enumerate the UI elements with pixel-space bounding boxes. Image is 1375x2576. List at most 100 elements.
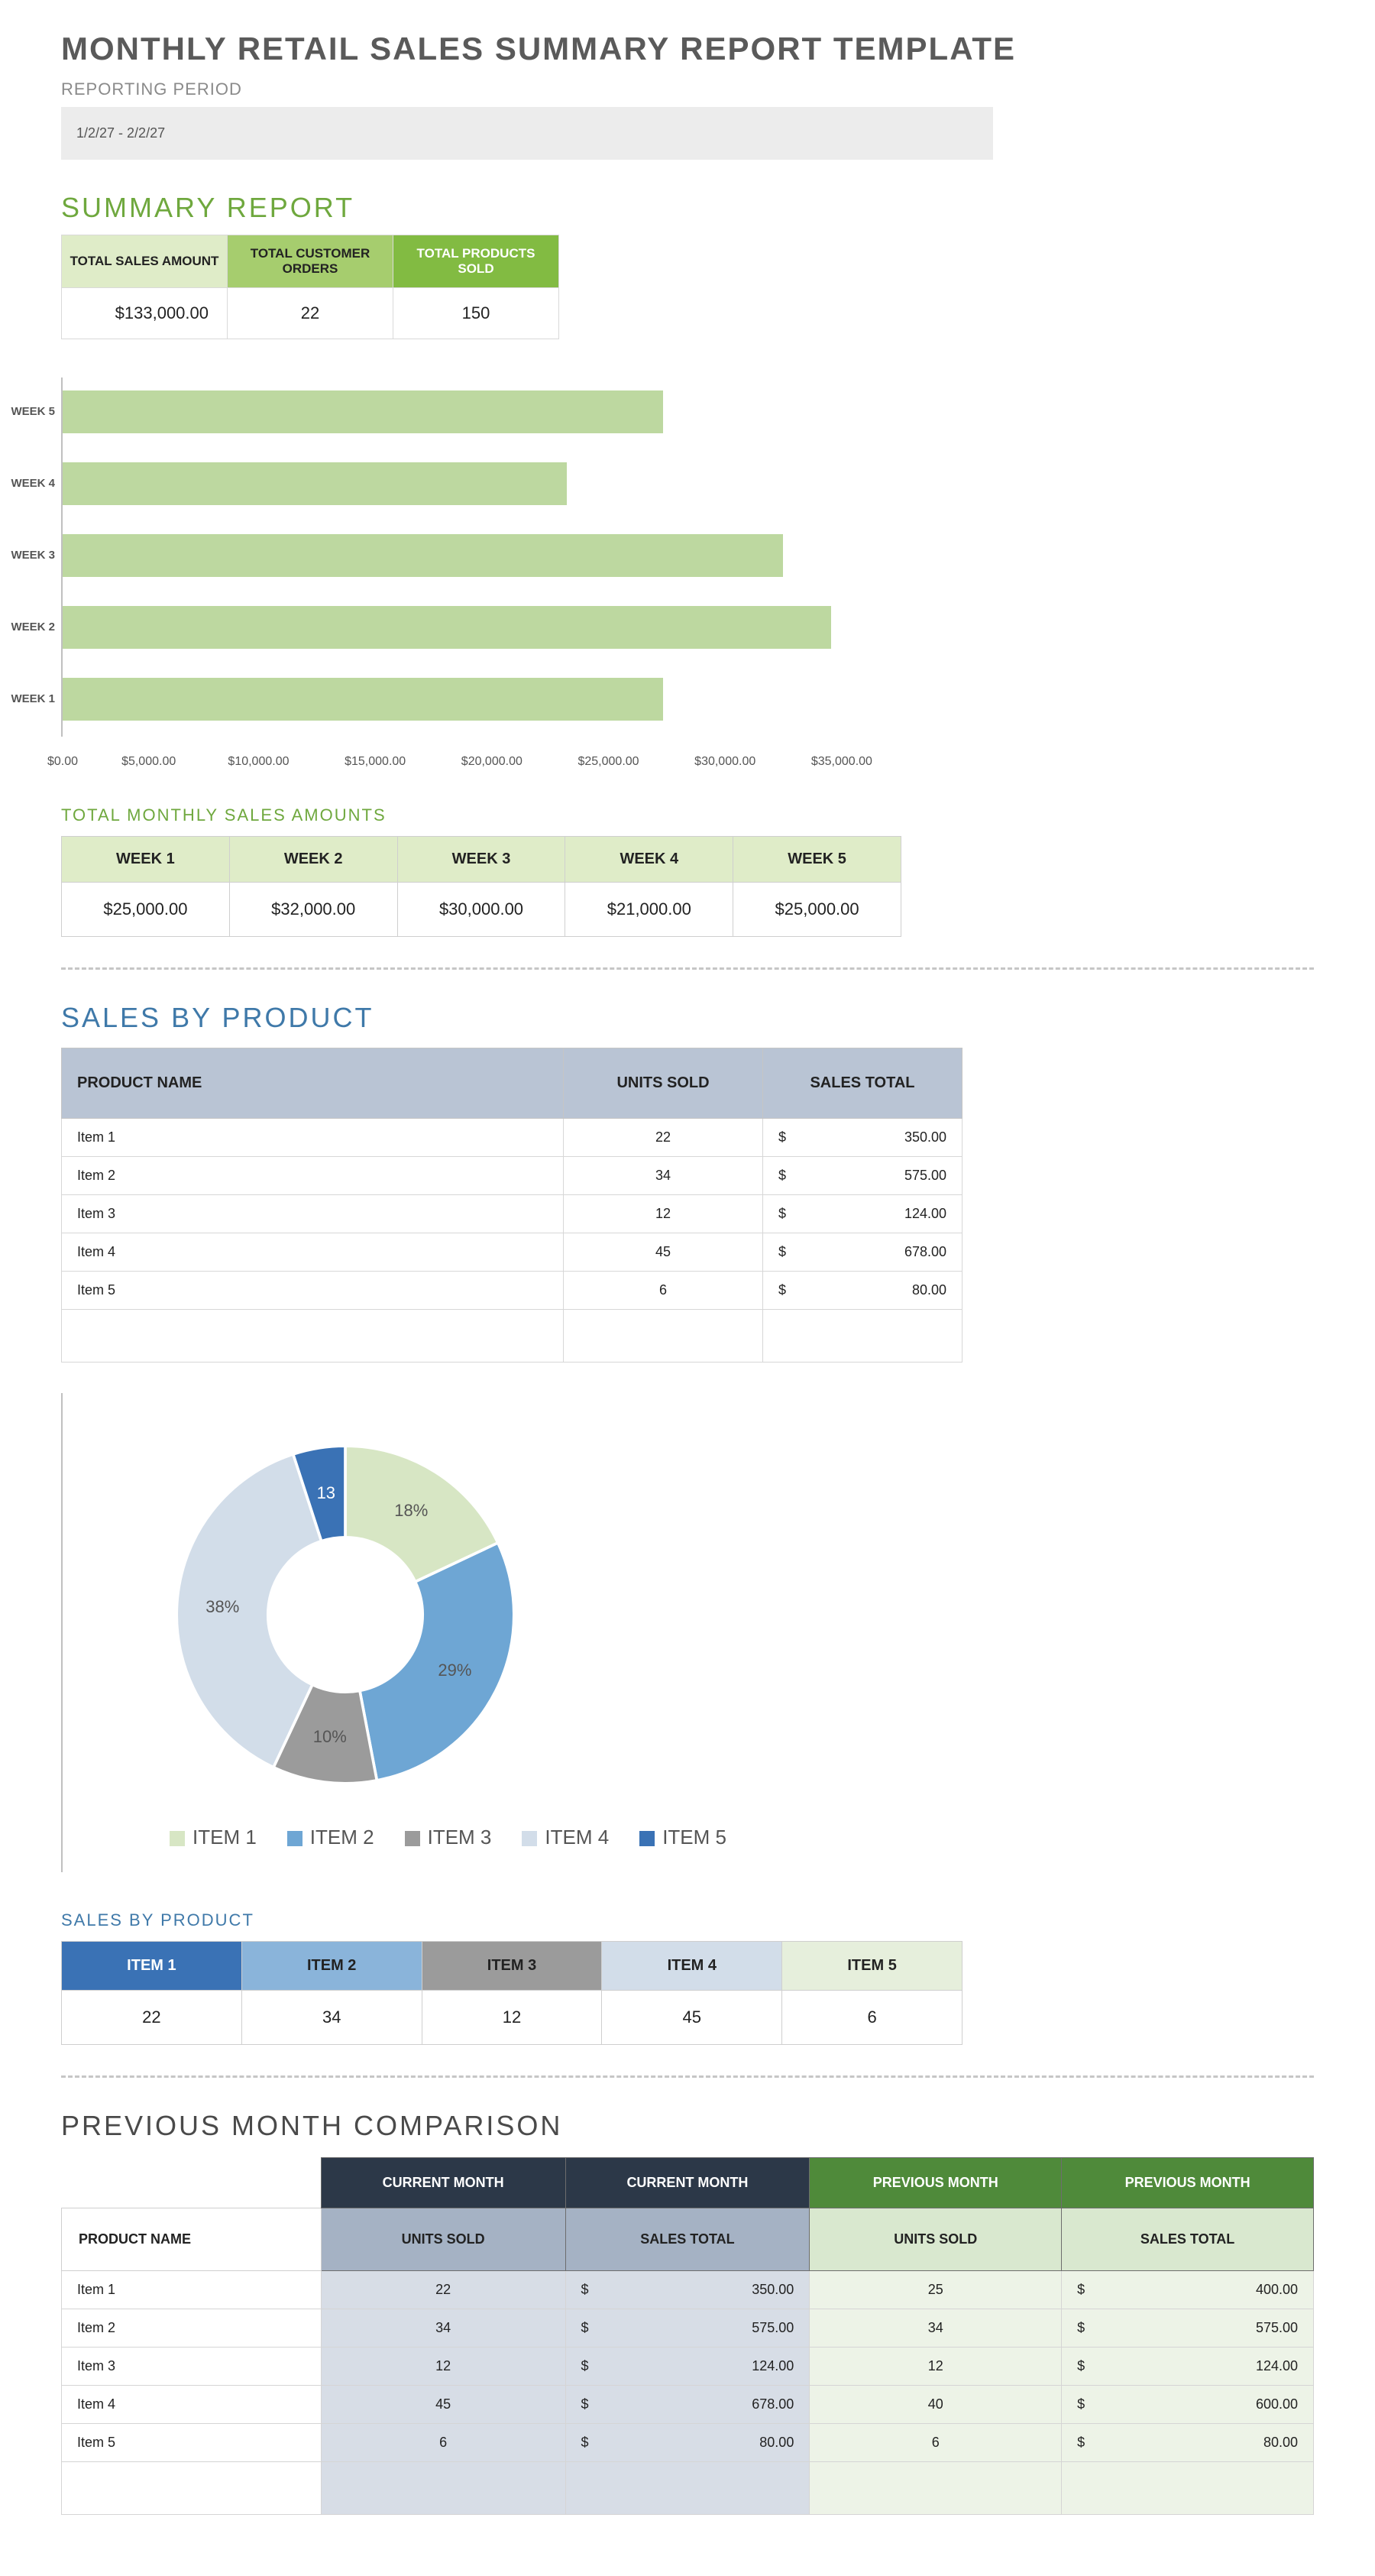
table-row: Item 122$350.00	[62, 1119, 962, 1157]
bar	[63, 606, 831, 649]
sbp-header: ITEM 5	[782, 1942, 962, 1991]
cmp-current-total: $575.00	[565, 2309, 810, 2348]
slice-label: 18%	[394, 1501, 428, 1521]
slice-label: 13	[317, 1483, 335, 1503]
table-row: Item 234$575.0034$575.00	[62, 2309, 1314, 2348]
cmp-prev-total: $400.00	[1062, 2271, 1314, 2309]
legend-item: ITEM 5	[639, 1826, 726, 1849]
table-row: Item 122$350.0025$400.00	[62, 2271, 1314, 2309]
slice-label: 29%	[438, 1661, 471, 1680]
axis-tick: $35,000.00	[811, 755, 872, 769]
cmp-prev-total: $124.00	[1062, 2348, 1314, 2386]
summary-value: $133,000.00	[62, 288, 228, 339]
cmp-prev-units: 34	[810, 2309, 1062, 2348]
product-total: $80.00	[763, 1272, 962, 1310]
summary-header: TOTAL CUSTOMER ORDERS	[228, 235, 393, 288]
weekly-sales-bar-chart: $0.00$5,000.00$10,000.00$15,000.00$20,00…	[61, 377, 903, 737]
sbp-value: 12	[422, 1991, 602, 2045]
products-col-header: PRODUCT NAME	[62, 1048, 564, 1119]
cmp-current-units: 6	[321, 2424, 565, 2462]
product-name: Item 3	[62, 1195, 564, 1233]
table-row: Item 445$678.0040$600.00	[62, 2386, 1314, 2424]
weekly-header: WEEK 3	[397, 837, 565, 883]
sbp-header: ITEM 3	[422, 1942, 602, 1991]
cmp-prev-units: 6	[810, 2424, 1062, 2462]
sbp-value: 6	[782, 1991, 962, 2045]
slice-label: 10%	[313, 1727, 347, 1747]
weekly-header: WEEK 5	[733, 837, 901, 883]
summary-heading: SUMMARY REPORT	[61, 192, 1314, 224]
weekly-header: WEEK 4	[565, 837, 733, 883]
cmp-name: Item 5	[62, 2424, 322, 2462]
cmp-current-units: 22	[321, 2271, 565, 2309]
sbp-value: 34	[241, 1991, 422, 2045]
reporting-period-value: 1/2/27 - 2/2/27	[61, 107, 993, 160]
products-heading: SALES BY PRODUCT	[61, 1002, 1314, 1034]
sbp-header: ITEM 2	[241, 1942, 422, 1991]
product-name: Item 4	[62, 1233, 564, 1272]
axis-tick: $15,000.00	[345, 755, 406, 769]
comparison-sub-header: SALES TOTAL	[565, 2208, 810, 2271]
comparison-sub-header: UNITS SOLD	[321, 2208, 565, 2271]
summary-value: 22	[228, 288, 393, 339]
weekly-value: $25,000.00	[62, 883, 230, 937]
axis-tick: $0.00	[47, 755, 78, 769]
cmp-prev-total: $575.00	[1062, 2309, 1314, 2348]
sales-by-product-units-table: ITEM 1ITEM 2ITEM 3ITEM 4ITEM 5 223412456	[61, 1941, 962, 2045]
page-title: MONTHLY RETAIL SALES SUMMARY REPORT TEMP…	[61, 31, 1314, 67]
cmp-current-total: $80.00	[565, 2424, 810, 2462]
legend-item: ITEM 3	[405, 1826, 492, 1849]
sales-by-product-units-heading: SALES BY PRODUCT	[61, 1910, 1314, 1930]
product-units: 6	[564, 1272, 763, 1310]
comparison-sub-header: PRODUCT NAME	[62, 2208, 322, 2271]
axis-tick: $25,000.00	[578, 755, 639, 769]
bar	[63, 678, 663, 721]
legend-item: ITEM 2	[287, 1826, 374, 1849]
comparison-top-header: CURRENT MONTH	[321, 2158, 565, 2208]
legend-item: ITEM 1	[170, 1826, 257, 1849]
cmp-prev-total: $600.00	[1062, 2386, 1314, 2424]
sbp-value: 45	[602, 1991, 782, 2045]
comparison-top-header: PREVIOUS MONTH	[1062, 2158, 1314, 2208]
bar	[63, 390, 663, 433]
product-total: $678.00	[763, 1233, 962, 1272]
axis-tick: $30,000.00	[694, 755, 755, 769]
comparison-sub-header: UNITS SOLD	[810, 2208, 1062, 2271]
product-units: 45	[564, 1233, 763, 1272]
cmp-prev-units: 25	[810, 2271, 1062, 2309]
product-units: 34	[564, 1157, 763, 1195]
summary-value: 150	[393, 288, 559, 339]
table-row: Item 56$80.00	[62, 1272, 962, 1310]
products-col-header: SALES TOTAL	[763, 1048, 962, 1119]
cmp-current-units: 12	[321, 2348, 565, 2386]
legend-item: ITEM 4	[522, 1826, 609, 1849]
product-total: $124.00	[763, 1195, 962, 1233]
sbp-header: ITEM 4	[602, 1942, 782, 1991]
weekly-header: WEEK 1	[62, 837, 230, 883]
cmp-current-total: $124.00	[565, 2348, 810, 2386]
cmp-name: Item 2	[62, 2309, 322, 2348]
weekly-value: $25,000.00	[733, 883, 901, 937]
axis-tick: $10,000.00	[228, 755, 289, 769]
divider	[61, 967, 1314, 970]
cmp-current-units: 45	[321, 2386, 565, 2424]
products-table: PRODUCT NAME UNITS SOLD SALES TOTAL Item…	[61, 1048, 962, 1363]
axis-tick: $20,000.00	[461, 755, 522, 769]
cmp-name: Item 1	[62, 2271, 322, 2309]
weekly-title: TOTAL MONTHLY SALES AMOUNTS	[61, 805, 1314, 825]
comparison-heading: PREVIOUS MONTH COMPARISON	[61, 2110, 1314, 2142]
weekly-value: $21,000.00	[565, 883, 733, 937]
summary-header: TOTAL PRODUCTS SOLD	[393, 235, 559, 288]
product-total: $575.00	[763, 1157, 962, 1195]
axis-tick: $5,000.00	[121, 755, 176, 769]
product-units: 22	[564, 1119, 763, 1157]
bar-label: WEEK 1	[0, 692, 55, 705]
bar-label: WEEK 2	[0, 621, 55, 633]
product-total: $350.00	[763, 1119, 962, 1157]
sbp-value: 22	[62, 1991, 242, 2045]
bar-label: WEEK 4	[0, 477, 55, 490]
cmp-name: Item 4	[62, 2386, 322, 2424]
bar-label: WEEK 5	[0, 405, 55, 418]
product-units: 12	[564, 1195, 763, 1233]
products-col-header: UNITS SOLD	[564, 1048, 763, 1119]
